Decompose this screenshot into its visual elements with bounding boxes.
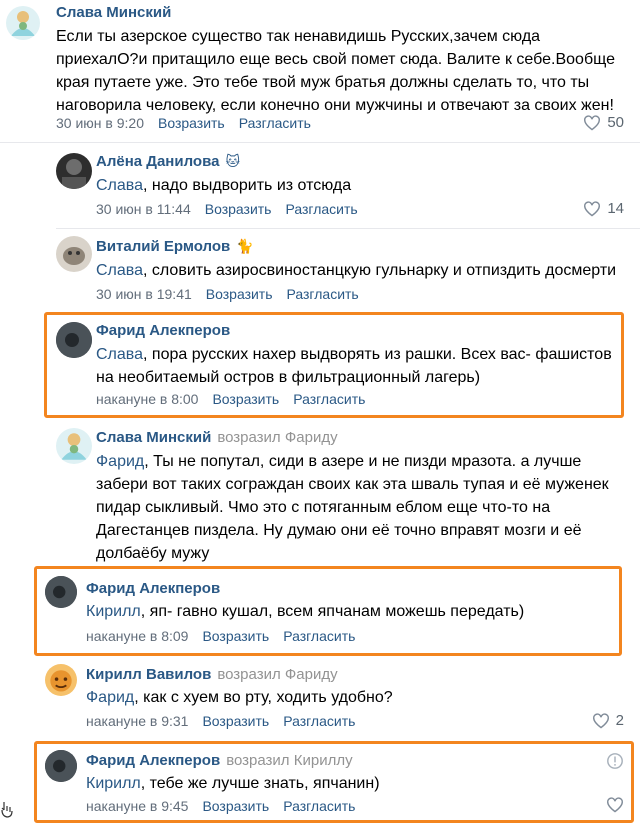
like-count: 2 [615,712,624,729]
comment-author[interactable]: Виталий Ермолов 🐈 [96,238,254,255]
heart-outline-icon [584,114,601,130]
replied-to-label[interactable]: возразил Фариду [217,429,337,446]
reply-button[interactable]: Возразить [202,628,269,644]
heart-outline-icon [592,712,609,728]
disagree-button[interactable]: Разгласить [287,286,359,302]
comment-meta: 30 июн в 19:41 Возразить Разгласить [96,286,359,302]
avatar[interactable] [6,6,40,40]
addressee-link[interactable]: Фарид [96,453,144,470]
avatar-farid-icon [45,576,77,608]
cat-emoji-icon: 🐈 [236,238,254,254]
comment-meta: накануне в 8:09 Возразить Разгласить [86,628,355,644]
avatar[interactable] [45,750,77,782]
replied-to-label[interactable]: возразил Фариду [217,666,337,683]
heart-outline-icon [607,797,623,813]
addressee-link[interactable]: Фарид [86,689,134,706]
avatar-alena-icon [62,159,86,189]
comment-text: Слава, словить азиросвиностанцкую гульна… [96,262,617,279]
comment-time[interactable]: накануне в 9:45 [86,798,188,814]
avatar[interactable] [56,236,92,272]
avatar-farid-icon [56,322,92,358]
comment-author[interactable]: Фарид Алекперов [96,322,230,339]
reply-button[interactable]: Возразить [212,391,279,407]
like-count: 14 [607,200,624,217]
comment-meta: 30 июн в 9:20 Возразить Разгласить [56,115,311,131]
comment-time[interactable]: накануне в 9:31 [86,713,188,729]
report-button[interactable] [606,752,624,775]
replied-to-label[interactable]: возразил Кириллу [226,752,352,769]
comment-text: Кирилл, яп- гавно кушал, всем япчанам мо… [86,603,525,620]
addressee-link[interactable]: Кирилл [86,775,141,792]
avatar[interactable] [56,428,92,464]
like-button[interactable]: 14 [583,200,624,217]
avatar[interactable] [56,153,92,189]
comment-author[interactable]: Слава Минский [56,4,171,21]
disagree-button[interactable]: Разгласить [283,798,355,814]
comment-author[interactable]: Алёна Данилова 🐱 [96,153,240,170]
cat-emoji-icon: 🐱 [225,153,241,169]
divider [56,228,640,229]
avatar[interactable] [45,664,77,696]
reply-button[interactable]: Возразить [205,201,272,217]
disagree-button[interactable]: Разгласить [283,713,355,729]
comment-meta: накануне в 8:00 Возразить Разгласить [96,391,365,407]
reply-button[interactable]: Возразить [202,713,269,729]
comment-time[interactable]: накануне в 8:09 [86,628,188,644]
reply-button[interactable]: Возразить [202,798,269,814]
divider [0,142,640,143]
comment-author[interactable]: Фарид Алекперов возразил Кириллу [86,752,353,769]
like-button[interactable]: 50 [583,114,624,131]
like-button[interactable] [606,797,624,813]
exclamation-circle-icon [607,753,623,769]
like-count: 50 [607,114,624,131]
avatar-slava-icon [61,433,87,460]
avatar[interactable] [56,322,92,358]
comment-time[interactable]: 30 июн в 11:44 [96,201,191,217]
avatar-farid-icon [45,750,77,782]
disagree-button[interactable]: Разгласить [293,391,365,407]
reply-button[interactable]: Возразить [206,286,273,302]
comment-meta: 30 июн в 11:44 Возразить Разгласить [96,201,358,217]
avatar[interactable] [45,576,77,608]
comment-time[interactable]: накануне в 8:00 [96,391,198,407]
reply-button[interactable]: Возразить [158,115,225,131]
addressee-link[interactable]: Слава [96,346,143,363]
disagree-button[interactable]: Разгласить [283,628,355,644]
avatar-vitaliy-icon [63,247,85,265]
avatar-slava-icon [11,11,35,36]
comment-text: Если ты азерское существо так ненавидишь… [56,28,615,114]
comment-author[interactable]: Слава Минский возразил Фариду [96,429,338,446]
comment-time[interactable]: 30 июн в 9:20 [56,115,144,131]
comment-text: Фарид, как с хуем во рту, ходить удобно? [86,689,393,706]
like-button[interactable]: 2 [592,712,624,729]
comment-time[interactable]: 30 июн в 19:41 [96,286,192,302]
comment-author[interactable]: Фарид Алекперов [86,580,220,597]
addressee-link[interactable]: Кирилл [86,603,141,620]
addressee-link[interactable]: Слава [96,262,143,279]
comment-meta: накануне в 9:45 Возразить Разгласить [86,798,355,814]
disagree-button[interactable]: Разгласить [285,201,357,217]
hand-cursor-icon [0,800,14,823]
comment-text: Кирилл, тебе же лучше знать, япчанин) [86,775,380,792]
avatar-kirill-icon [50,670,72,692]
comment-text: Слава, пора русских нахер выдворять из р… [96,346,612,386]
comment-author[interactable]: Кирилл Вавилов возразил Фариду [86,666,338,683]
heart-outline-icon [584,200,601,216]
comment-text: Слава, надо выдворить из отсюда [96,177,352,194]
disagree-button[interactable]: Разгласить [239,115,311,131]
addressee-link[interactable]: Слава [96,177,143,194]
comment-text: Фарид, Ты не попутал, сиди в азере и не … [96,453,609,562]
comment-meta: накануне в 9:31 Возразить Разгласить [86,713,355,729]
